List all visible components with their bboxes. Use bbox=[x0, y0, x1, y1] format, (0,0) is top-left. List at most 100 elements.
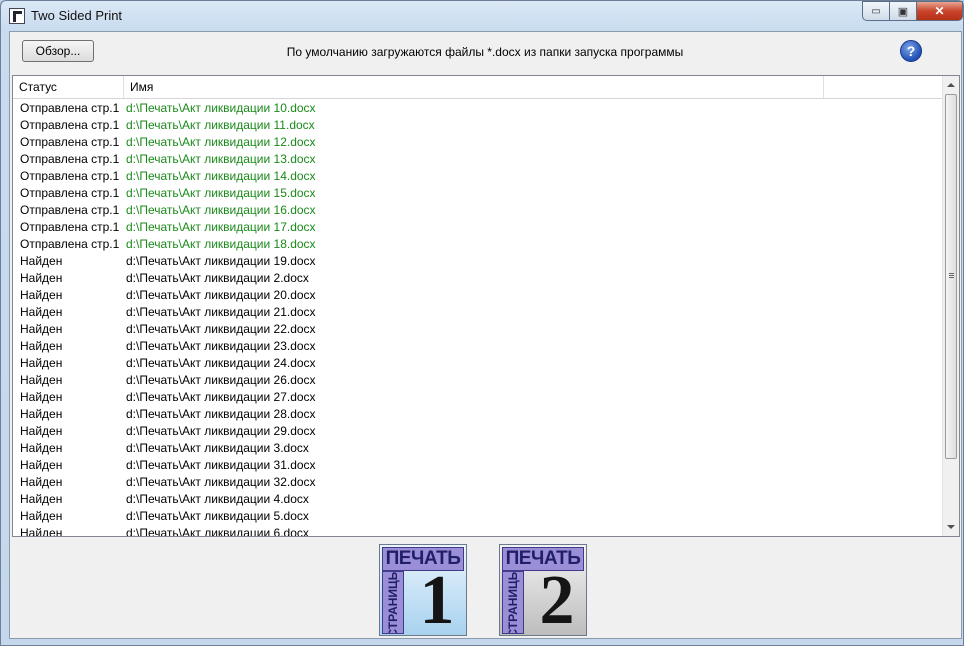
table-row[interactable]: Найден d:\Печать\Акт ликвидации 2.docx bbox=[13, 270, 943, 287]
app-window: Two Sided Print ▭ ▣ ✕ Обзор... По умолча… bbox=[0, 0, 964, 646]
vertical-scrollbar[interactable] bbox=[942, 76, 959, 536]
row-file-name: d:\Печать\Акт ликвидации 17.docx bbox=[126, 220, 316, 234]
row-status: Найден bbox=[20, 390, 63, 404]
row-status: Найден bbox=[20, 407, 63, 421]
minimize-button[interactable]: ▭ bbox=[862, 1, 890, 21]
arrow-down-icon[interactable] bbox=[947, 525, 955, 529]
minimize-icon: ▭ bbox=[871, 5, 881, 17]
row-file-name: d:\Печать\Акт ликвидации 15.docx bbox=[126, 186, 316, 200]
row-file-name: d:\Печать\Акт ликвидации 20.docx bbox=[126, 288, 316, 302]
table-row[interactable]: Найден d:\Печать\Акт ликвидации 3.docx bbox=[13, 440, 943, 457]
maximize-icon: ▣ bbox=[897, 5, 909, 18]
row-status: Найден bbox=[20, 339, 63, 353]
pages-label: СТРАНИЦЫ bbox=[386, 571, 400, 634]
row-status: Найден bbox=[20, 458, 63, 472]
table-row[interactable]: Найден d:\Печать\Акт ликвидации 32.docx bbox=[13, 474, 943, 491]
default-folder-hint: По умолчанию загружаются файлы *.docx из… bbox=[286, 45, 684, 59]
page-number-1: 1 bbox=[419, 562, 455, 639]
row-status: Отправлена стр.1 bbox=[20, 135, 120, 149]
close-icon: ✕ bbox=[934, 4, 945, 18]
row-status: Отправлена стр.1 bbox=[20, 220, 120, 234]
table-row[interactable]: Отправлена стр.1 d:\Печать\Акт ликвидации… bbox=[13, 117, 943, 134]
grip-icon bbox=[949, 273, 954, 274]
table-row[interactable]: Отправлена стр.1 d:\Печать\Акт ликвидации… bbox=[13, 100, 943, 117]
row-file-name: d:\Печать\Акт ликвидации 27.docx bbox=[126, 390, 316, 404]
browse-button[interactable]: Обзор... bbox=[22, 40, 94, 62]
row-file-name: d:\Печать\Акт ликвидации 32.docx bbox=[126, 475, 316, 489]
row-file-name: d:\Печать\Акт ликвидации 21.docx bbox=[126, 305, 316, 319]
column-extra[interactable] bbox=[824, 76, 943, 98]
table-row[interactable]: Найден d:\Печать\Акт ликвидации 21.docx bbox=[13, 304, 943, 321]
row-file-name: d:\Печать\Акт ликвидации 14.docx bbox=[126, 169, 316, 183]
pages-label-box: СТРАНИЦЫ bbox=[382, 571, 404, 634]
row-status: Найден bbox=[20, 424, 63, 438]
row-file-name: d:\Печать\Акт ликвидации 23.docx bbox=[126, 339, 316, 353]
row-file-name: d:\Печать\Акт ликвидации 24.docx bbox=[126, 356, 316, 370]
list-rows: Отправлена стр.1 d:\Печать\Акт ликвидации… bbox=[13, 100, 943, 536]
close-button[interactable]: ✕ bbox=[916, 1, 963, 21]
table-row[interactable]: Найден d:\Печать\Акт ликвидации 6.docx bbox=[13, 525, 943, 536]
print-page-1-button[interactable]: ПЕЧАТЬ СТРАНИЦЫ 1 bbox=[379, 544, 467, 636]
help-icon[interactable]: ? bbox=[900, 40, 922, 62]
table-row[interactable]: Найден d:\Печать\Акт ликвидации 19.docx bbox=[13, 253, 943, 270]
row-file-name: d:\Печать\Акт ликвидации 29.docx bbox=[126, 424, 316, 438]
arrow-up-icon[interactable] bbox=[947, 83, 955, 87]
table-row[interactable]: Найден d:\Печать\Акт ликвидации 4.docx bbox=[13, 491, 943, 508]
row-status: Отправлена стр.1 bbox=[20, 118, 120, 132]
row-status: Найден bbox=[20, 509, 63, 523]
client-area: Обзор... По умолчанию загружаются файлы … bbox=[9, 31, 962, 639]
table-row[interactable]: Найден d:\Печать\Акт ликвидации 22.docx bbox=[13, 321, 943, 338]
column-status[interactable]: Статус bbox=[13, 76, 124, 98]
row-file-name: d:\Печать\Акт ликвидации 26.docx bbox=[126, 373, 316, 387]
table-row[interactable]: Отправлена стр.1 d:\Печать\Акт ликвидации… bbox=[13, 151, 943, 168]
row-status: Отправлена стр.1 bbox=[20, 152, 120, 166]
row-file-name: d:\Печать\Акт ликвидации 4.docx bbox=[126, 492, 309, 506]
row-file-name: d:\Печать\Акт ликвидации 12.docx bbox=[126, 135, 316, 149]
row-status: Найден bbox=[20, 288, 63, 302]
table-row[interactable]: Найден d:\Печать\Акт ликвидации 26.docx bbox=[13, 372, 943, 389]
page-number-2: 2 bbox=[539, 562, 575, 639]
table-row[interactable]: Найден d:\Печать\Акт ликвидации 31.docx bbox=[13, 457, 943, 474]
table-row[interactable]: Отправлена стр.1 d:\Печать\Акт ликвидации… bbox=[13, 219, 943, 236]
row-file-name: d:\Печать\Акт ликвидации 31.docx bbox=[126, 458, 316, 472]
table-row[interactable]: Найден d:\Печать\Акт ликвидации 29.docx bbox=[13, 423, 943, 440]
table-row[interactable]: Найден d:\Печать\Акт ликвидации 20.docx bbox=[13, 287, 943, 304]
table-row[interactable]: Отправлена стр.1 d:\Печать\Акт ликвидации… bbox=[13, 168, 943, 185]
pages-label-box: СТРАНИЦЫ bbox=[502, 571, 524, 634]
row-status: Найден bbox=[20, 475, 63, 489]
window-title: Two Sided Print bbox=[31, 8, 123, 23]
table-row[interactable]: Найден d:\Печать\Акт ликвидации 28.docx bbox=[13, 406, 943, 423]
row-status: Найден bbox=[20, 305, 63, 319]
row-status: Найден bbox=[20, 254, 63, 268]
row-status: Найден bbox=[20, 271, 63, 285]
table-row[interactable]: Отправлена стр.1 d:\Печать\Акт ликвидации… bbox=[13, 185, 943, 202]
row-file-name: d:\Печать\Акт ликвидации 18.docx bbox=[126, 237, 316, 251]
scroll-thumb[interactable] bbox=[945, 94, 957, 459]
row-file-name: d:\Печать\Акт ликвидации 2.docx bbox=[126, 271, 309, 285]
table-row[interactable]: Отправлена стр.1 d:\Печать\Акт ликвидации… bbox=[13, 236, 943, 253]
row-status: Найден bbox=[20, 373, 63, 387]
row-file-name: d:\Печать\Акт ликвидации 10.docx bbox=[126, 101, 316, 115]
table-row[interactable]: Найден d:\Печать\Акт ликвидации 5.docx bbox=[13, 508, 943, 525]
title-bar[interactable]: Two Sided Print ▭ ▣ ✕ bbox=[1, 1, 963, 31]
maximize-button[interactable]: ▣ bbox=[889, 1, 917, 21]
file-list[interactable]: Статус Имя Отправлена стр.1 d:\Печать\Акт… bbox=[12, 75, 960, 537]
table-row[interactable]: Найден d:\Печать\Акт ликвидации 27.docx bbox=[13, 389, 943, 406]
row-file-name: d:\Печать\Акт ликвидации 5.docx bbox=[126, 509, 309, 523]
row-status: Найден bbox=[20, 492, 63, 506]
print-page-2-button[interactable]: ПЕЧАТЬ СТРАНИЦЫ 2 bbox=[499, 544, 587, 636]
app-icon bbox=[9, 8, 25, 24]
row-file-name: d:\Печать\Акт ликвидации 22.docx bbox=[126, 322, 316, 336]
column-name[interactable]: Имя bbox=[124, 76, 824, 98]
table-row[interactable]: Отправлена стр.1 d:\Печать\Акт ликвидации… bbox=[13, 134, 943, 151]
table-row[interactable]: Найден d:\Печать\Акт ликвидации 23.docx bbox=[13, 338, 943, 355]
row-status: Отправлена стр.1 bbox=[20, 186, 120, 200]
row-file-name: d:\Печать\Акт ликвидации 11.docx bbox=[126, 118, 315, 132]
row-file-name: d:\Печать\Акт ликвидации 3.docx bbox=[126, 441, 309, 455]
table-row[interactable]: Отправлена стр.1 d:\Печать\Акт ликвидации… bbox=[13, 202, 943, 219]
table-row[interactable]: Найден d:\Печать\Акт ликвидации 24.docx bbox=[13, 355, 943, 372]
row-file-name: d:\Печать\Акт ликвидации 13.docx bbox=[126, 152, 316, 166]
pages-label: СТРАНИЦЫ bbox=[506, 571, 520, 634]
row-status: Отправлена стр.1 bbox=[20, 101, 120, 115]
list-header: Статус Имя bbox=[13, 76, 943, 99]
